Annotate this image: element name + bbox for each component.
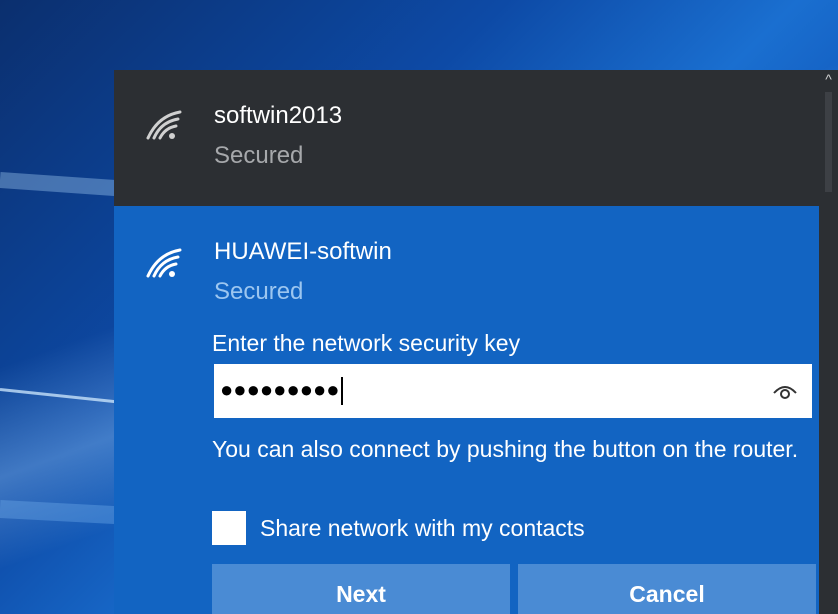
wifi-secured-icon xyxy=(146,248,182,278)
scroll-up-arrow-icon[interactable]: ^ xyxy=(819,70,838,88)
wps-hint-text: You can also connect by pushing the butt… xyxy=(212,436,799,462)
share-network-option[interactable]: Share network with my contacts xyxy=(212,508,585,548)
security-key-label: Enter the network security key xyxy=(212,330,521,356)
share-network-label[interactable]: Share network with my contacts xyxy=(260,515,585,542)
network-status: Secured xyxy=(214,142,304,169)
scrollbar-thumb[interactable] xyxy=(825,92,832,192)
security-key-input[interactable]: ●●●●●●●●● xyxy=(214,364,812,418)
network-ssid: softwin2013 xyxy=(214,102,343,129)
network-flyout: softwin2013 Secured HUAWEI-softwin Secur… xyxy=(114,70,838,614)
network-status: Secured xyxy=(214,278,304,305)
security-key-dots: ●●●●●●●●● xyxy=(220,377,340,402)
share-network-checkbox[interactable] xyxy=(212,511,246,545)
security-key-value: ●●●●●●●●● xyxy=(220,372,343,408)
text-caret xyxy=(340,377,343,406)
scrollbar[interactable]: ^ xyxy=(819,70,838,614)
network-item-huawei-softwin: HUAWEI-softwin Secured Enter the network… xyxy=(114,206,819,614)
cancel-button[interactable]: Cancel xyxy=(518,564,816,614)
network-ssid: HUAWEI-softwin xyxy=(214,238,392,265)
eye-icon[interactable] xyxy=(772,379,798,403)
desktop: softwin2013 Secured HUAWEI-softwin Secur… xyxy=(0,0,838,614)
wifi-secured-icon xyxy=(146,110,182,140)
next-button[interactable]: Next xyxy=(212,564,510,614)
network-item-softwin2013[interactable]: softwin2013 Secured xyxy=(114,70,819,206)
